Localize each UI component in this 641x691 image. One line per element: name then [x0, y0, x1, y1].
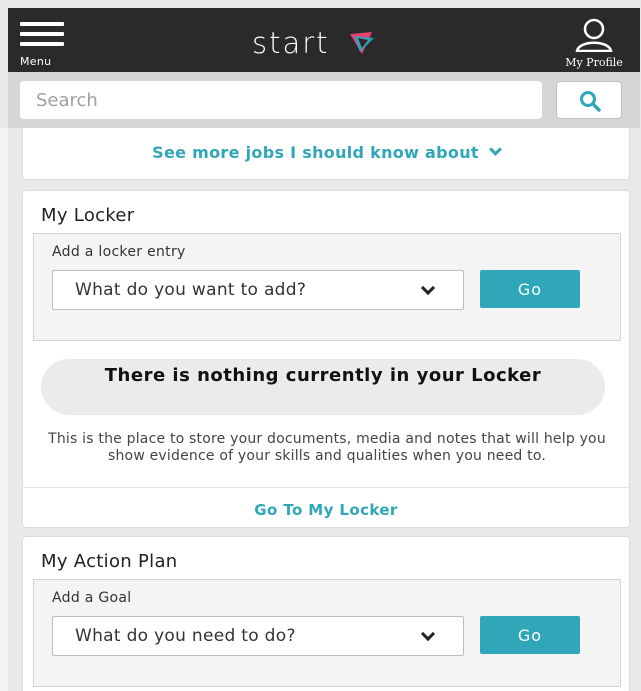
start-logo-icon — [350, 32, 374, 54]
locker-go-button[interactable]: Go — [480, 270, 580, 308]
hamburger-icon — [20, 22, 64, 46]
my-action-plan-card: My Action Plan Add a Goal What do you ne… — [22, 536, 630, 691]
add-goal-label: Add a Goal — [52, 590, 132, 606]
my-locker-card: My Locker Add a locker entry What do you… — [22, 190, 630, 528]
menu-label: Menu — [20, 55, 52, 68]
search-input[interactable] — [20, 81, 542, 119]
locker-title: My Locker — [41, 205, 135, 226]
divider — [23, 487, 629, 488]
action-plan-title: My Action Plan — [41, 551, 178, 572]
add-goal-panel: Add a Goal What do you need to do? Go — [33, 579, 621, 687]
left-gutter — [0, 128, 8, 691]
locker-entry-select[interactable]: What do you want to add? — [52, 270, 464, 310]
add-locker-entry-label: Add a locker entry — [52, 244, 186, 260]
goal-select[interactable]: What do you need to do? — [52, 616, 464, 656]
main-content[interactable]: See more jobs I should know about My Loc… — [8, 128, 640, 691]
top-navigation-bar: Menu start My Profile — [8, 8, 640, 72]
search-icon — [580, 91, 601, 112]
locker-empty-description: This is the place to store your document… — [48, 431, 606, 464]
logo-text: start — [252, 26, 330, 60]
my-profile-label: My Profile — [565, 56, 623, 69]
jobs-card: See more jobs I should know about — [22, 128, 630, 180]
chevron-down-icon — [420, 626, 436, 642]
my-profile-button[interactable]: My Profile — [554, 18, 634, 70]
search-bar — [8, 72, 640, 128]
see-more-jobs-link[interactable]: See more jobs I should know about — [23, 143, 629, 162]
chevron-down-icon — [420, 280, 436, 296]
goal-go-button[interactable]: Go — [480, 616, 580, 654]
add-locker-entry-panel: Add a locker entry What do you want to a… — [33, 233, 621, 341]
chevron-down-icon — [488, 143, 502, 156]
menu-button[interactable]: Menu — [20, 22, 68, 68]
go-to-my-locker-link[interactable]: Go To My Locker — [23, 501, 629, 519]
locker-select-value: What do you want to add? — [75, 280, 307, 300]
see-more-jobs-label: See more jobs I should know about — [152, 143, 479, 162]
search-button[interactable] — [556, 81, 622, 119]
goal-select-value: What do you need to do? — [75, 626, 296, 646]
user-icon — [575, 18, 613, 52]
locker-empty-message: There is nothing currently in your Locke… — [41, 359, 605, 415]
